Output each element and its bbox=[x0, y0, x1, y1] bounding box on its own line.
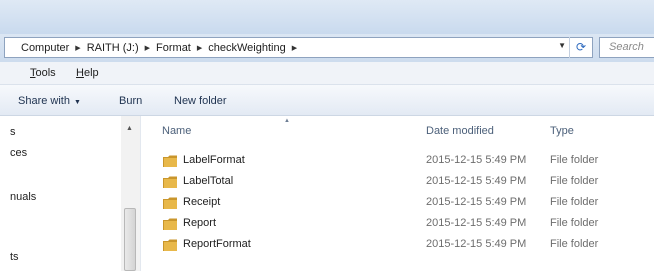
refresh-icon[interactable]: ⟳ bbox=[569, 37, 592, 58]
scroll-up-arrow-icon[interactable]: ▲ bbox=[126, 125, 133, 132]
file-name: Report bbox=[183, 217, 217, 229]
breadcrumb-arrow-icon[interactable]: ▶ bbox=[145, 44, 150, 52]
breadcrumb-arrow-icon[interactable]: ▶ bbox=[292, 44, 297, 52]
breadcrumb-checkweighting[interactable]: checkWeighting bbox=[208, 42, 285, 54]
breadcrumb-arrow-icon[interactable]: ▶ bbox=[197, 44, 202, 52]
file-type: File folder bbox=[550, 217, 599, 229]
share-with-button[interactable]: Share with ▼ bbox=[18, 95, 81, 107]
menu-help[interactable]: Help bbox=[76, 67, 99, 79]
nav-scrollbar[interactable]: ▲ bbox=[121, 116, 140, 271]
table-row[interactable]: LabelTotal 2015-12-15 5:49 PM File folde… bbox=[141, 172, 654, 193]
breadcrumb-drive[interactable]: RAITH (J:) bbox=[87, 42, 139, 54]
file-type: File folder bbox=[550, 154, 599, 166]
chevron-down-icon[interactable]: ▼ bbox=[558, 41, 566, 50]
address-bar[interactable]: Computer ▶ RAITH (J:) ▶ Format ▶ checkWe… bbox=[4, 37, 593, 58]
share-with-label: Share with bbox=[18, 95, 70, 107]
file-date-modified: 2015-12-15 5:49 PM bbox=[426, 196, 527, 208]
table-row[interactable]: ReportFormat 2015-12-15 5:49 PM File fol… bbox=[141, 235, 654, 256]
table-row[interactable]: Receipt 2015-12-15 5:49 PM File folder bbox=[141, 193, 654, 214]
navigation-pane: s ces nuals ts ▲ bbox=[0, 116, 141, 271]
new-folder-button[interactable]: New folder bbox=[174, 95, 227, 107]
scrollbar-thumb[interactable] bbox=[124, 208, 136, 271]
file-name: LabelTotal bbox=[183, 175, 234, 187]
breadcrumb-arrow-icon[interactable]: ▶ bbox=[75, 44, 80, 52]
caret-down-icon: ▼ bbox=[73, 99, 81, 106]
search-input[interactable]: Search bbox=[599, 37, 654, 58]
window-title-bar bbox=[0, 0, 654, 34]
file-date-modified: 2015-12-15 5:49 PM bbox=[426, 238, 527, 250]
column-header-type[interactable]: Type bbox=[550, 125, 574, 137]
file-name: Receipt bbox=[183, 196, 221, 208]
nav-item[interactable]: ts bbox=[10, 251, 19, 263]
file-type: File folder bbox=[550, 238, 599, 250]
column-header-date-modified[interactable]: Date modified bbox=[426, 125, 494, 137]
table-row[interactable]: LabelFormat 2015-12-15 5:49 PM File fold… bbox=[141, 151, 654, 172]
breadcrumb-format[interactable]: Format bbox=[156, 42, 191, 54]
nav-item[interactable]: ces bbox=[10, 147, 27, 159]
address-row: Computer ▶ RAITH (J:) ▶ Format ▶ checkWe… bbox=[0, 34, 654, 62]
file-date-modified: 2015-12-15 5:49 PM bbox=[426, 175, 527, 187]
column-header-row: ▲ Name Date modified Type bbox=[141, 116, 654, 144]
folder-icon bbox=[163, 239, 177, 251]
file-name: ReportFormat bbox=[183, 238, 251, 250]
menu-tools[interactable]: Tools bbox=[30, 67, 56, 79]
breadcrumb-computer[interactable]: Computer bbox=[21, 42, 69, 54]
folder-icon bbox=[163, 218, 177, 230]
sort-indicator-icon: ▲ bbox=[284, 118, 290, 124]
file-type: File folder bbox=[550, 196, 599, 208]
file-type: File folder bbox=[550, 175, 599, 187]
folder-icon bbox=[163, 176, 177, 188]
file-name: LabelFormat bbox=[183, 154, 245, 166]
file-date-modified: 2015-12-15 5:49 PM bbox=[426, 217, 527, 229]
folder-icon bbox=[163, 197, 177, 209]
column-header-name[interactable]: Name bbox=[162, 125, 191, 137]
command-bar: Share with ▼ Burn New folder bbox=[0, 85, 654, 116]
nav-item[interactable]: s bbox=[10, 126, 16, 138]
menu-bar: Tools Help bbox=[0, 62, 654, 85]
file-date-modified: 2015-12-15 5:49 PM bbox=[426, 154, 527, 166]
table-row[interactable]: Report 2015-12-15 5:49 PM File folder bbox=[141, 214, 654, 235]
folder-icon bbox=[163, 155, 177, 167]
burn-button[interactable]: Burn bbox=[119, 95, 142, 107]
nav-item[interactable]: nuals bbox=[10, 191, 36, 203]
